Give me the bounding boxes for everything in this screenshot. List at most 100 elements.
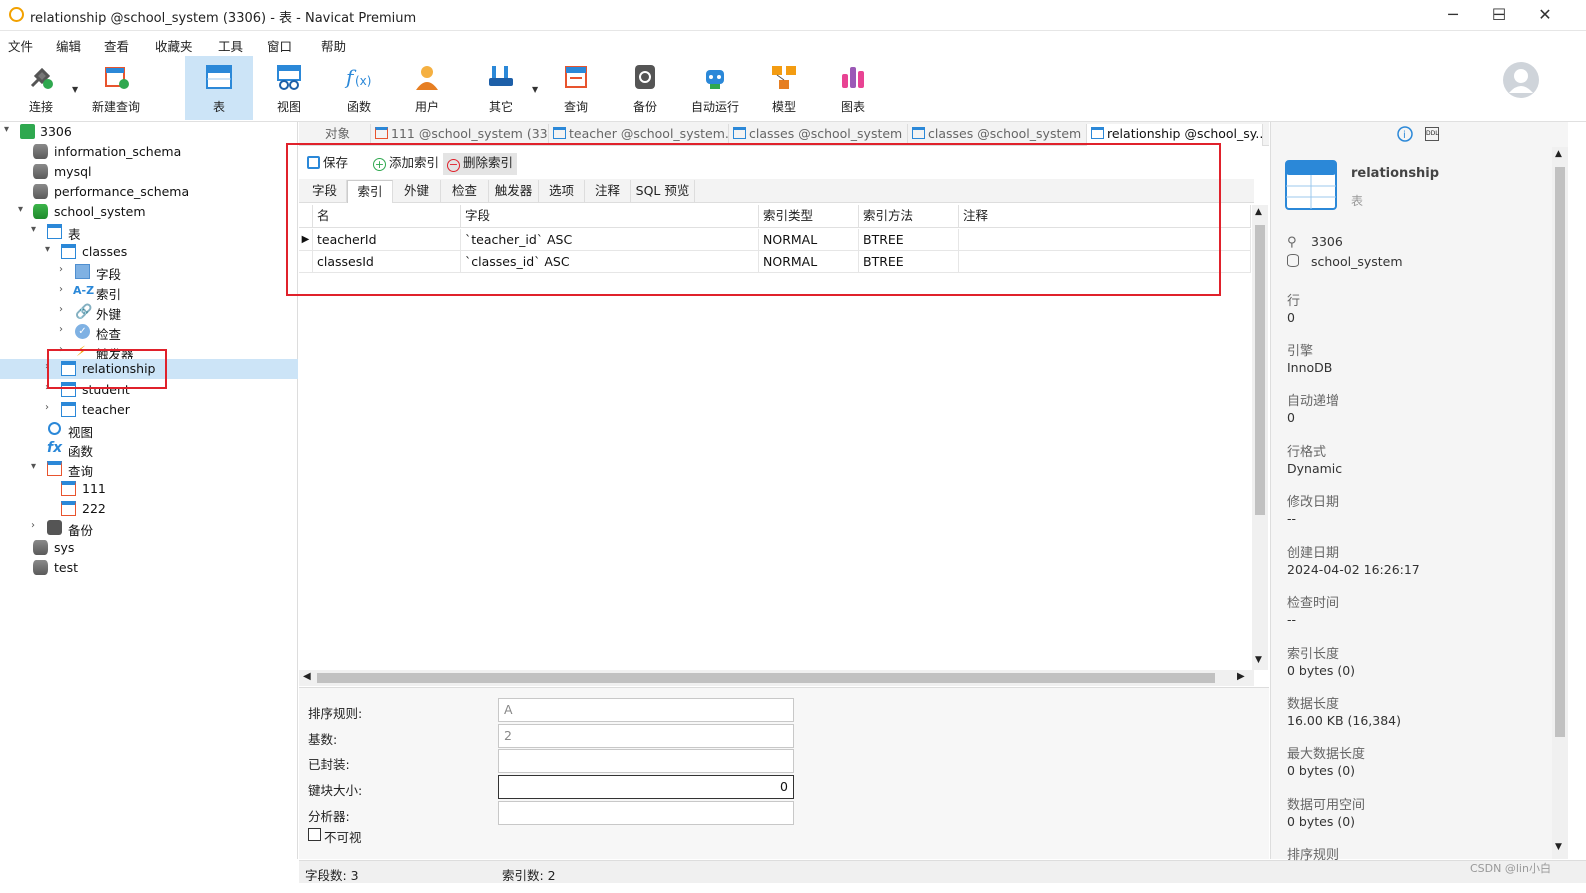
- table-cell[interactable]: BTREE: [859, 229, 959, 251]
- backup-button[interactable]: 备份: [618, 56, 672, 120]
- scroll-thumb[interactable]: [1555, 167, 1565, 737]
- grid-header-name[interactable]: 名: [313, 205, 461, 228]
- connect-button[interactable]: 连接: [14, 56, 68, 120]
- model-button[interactable]: 模型: [757, 56, 811, 120]
- function-button[interactable]: f (x) 函数: [332, 56, 386, 120]
- tree-indexes[interactable]: › A-Z 索引: [0, 282, 298, 302]
- tree-db-performance-schema[interactable]: performance_schema: [0, 182, 298, 202]
- tab-classes-2[interactable]: classes @school_system ...: [908, 124, 1087, 146]
- collapse-icon[interactable]: ›: [59, 324, 63, 335]
- collapse-icon[interactable]: ›: [59, 284, 63, 295]
- scroll-thumb[interactable]: [317, 673, 1215, 683]
- scroll-up-icon[interactable]: ▲: [1555, 149, 1562, 159]
- collapse-icon[interactable]: ›: [59, 344, 63, 355]
- tab-query-111[interactable]: 111 @school_system (33...: [371, 124, 549, 146]
- subtab-options[interactable]: 选项: [539, 180, 585, 203]
- tab-classes-1[interactable]: classes @school_system ...: [729, 124, 908, 146]
- table-cell[interactable]: `teacher_id` ASC: [461, 229, 759, 251]
- subtab-triggers[interactable]: 触发器: [489, 180, 539, 203]
- tree-db-school-system[interactable]: ▾ school_system: [0, 202, 298, 222]
- ddl-icon[interactable]: DDL: [1425, 127, 1439, 141]
- subtab-foreign-keys[interactable]: 外键: [393, 180, 441, 203]
- new-query-button[interactable]: 新建查询: [88, 56, 144, 120]
- parser-field[interactable]: [498, 801, 794, 825]
- key-block-size-field[interactable]: 0: [498, 775, 794, 799]
- collapse-icon[interactable]: ›: [45, 402, 49, 413]
- collapse-icon[interactable]: ›: [45, 361, 49, 372]
- save-button[interactable]: 保存: [303, 153, 352, 175]
- menu-tools[interactable]: 工具: [218, 36, 243, 55]
- other-button[interactable]: 其它: [474, 56, 528, 120]
- table-cell[interactable]: classesId: [313, 251, 461, 273]
- tree-foreign-keys[interactable]: › 🔗 外键: [0, 302, 298, 322]
- info-panel-scrollbar[interactable]: ▲ ▼: [1552, 147, 1568, 859]
- tree-table-teacher[interactable]: › teacher: [0, 400, 298, 420]
- expand-icon[interactable]: ▾: [31, 224, 36, 235]
- packed-field[interactable]: [498, 749, 794, 773]
- tree-views[interactable]: 视图: [0, 420, 298, 440]
- info-icon[interactable]: i: [1397, 126, 1413, 142]
- tree-table-classes[interactable]: ▾ classes: [0, 242, 298, 262]
- tree-db-sys[interactable]: sys: [0, 538, 298, 558]
- tree-backups[interactable]: › 备份: [0, 518, 298, 538]
- tree-table-relationship[interactable]: › relationship: [0, 359, 298, 379]
- collapse-icon[interactable]: ›: [45, 382, 49, 393]
- add-index-button[interactable]: + 添加索引: [369, 153, 443, 175]
- grid-header-comment[interactable]: 注释: [959, 205, 1251, 228]
- table-cell[interactable]: [959, 229, 1251, 251]
- table-cell[interactable]: BTREE: [859, 251, 959, 273]
- scroll-right-icon[interactable]: ▶: [1237, 671, 1245, 682]
- automation-button[interactable]: 自动运行: [684, 56, 746, 120]
- row-selector[interactable]: [299, 251, 313, 273]
- collapse-icon[interactable]: ›: [31, 520, 35, 531]
- menu-window[interactable]: 窗口: [267, 36, 292, 55]
- grid-header-index-method[interactable]: 索引方法: [859, 205, 959, 228]
- scroll-up-icon[interactable]: ▲: [1255, 207, 1262, 217]
- expand-icon[interactable]: ▾: [45, 244, 50, 255]
- menu-edit[interactable]: 编辑: [56, 36, 81, 55]
- grid-header-field[interactable]: 字段: [461, 205, 759, 228]
- avatar-icon[interactable]: [1502, 61, 1540, 99]
- user-button[interactable]: 用户: [400, 56, 454, 120]
- collapse-icon[interactable]: ›: [59, 304, 63, 315]
- table-cell[interactable]: `classes_id` ASC: [461, 251, 759, 273]
- collapse-icon[interactable]: ›: [59, 264, 63, 275]
- subtab-indexes[interactable]: 索引: [347, 180, 393, 203]
- expand-icon[interactable]: ▾: [18, 204, 23, 215]
- grid-horizontal-scrollbar[interactable]: ◀ ▶: [299, 670, 1254, 686]
- menu-view[interactable]: 查看: [104, 36, 129, 55]
- subtab-checks[interactable]: 检查: [441, 180, 489, 203]
- index-grid[interactable]: 名 字段 索引类型 索引方法 注释 ▶ teacherId `teacher_i…: [299, 205, 1254, 670]
- scroll-down-icon[interactable]: ▼: [1555, 842, 1562, 852]
- menu-help[interactable]: 帮助: [321, 36, 346, 55]
- tree-db-test[interactable]: test: [0, 558, 298, 578]
- grid-header-index-type[interactable]: 索引类型: [759, 205, 859, 228]
- table-cell[interactable]: NORMAL: [759, 251, 859, 273]
- table-cell[interactable]: NORMAL: [759, 229, 859, 251]
- connect-dropdown-icon[interactable]: ▼: [72, 85, 78, 94]
- other-dropdown-icon[interactable]: ▼: [532, 85, 538, 94]
- menu-favorites[interactable]: 收藏夹: [155, 36, 193, 55]
- tree-connection-3306[interactable]: ▾ 3306: [0, 122, 298, 142]
- tab-objects[interactable]: 对象: [305, 124, 371, 146]
- tree-functions[interactable]: fx 函数: [0, 439, 298, 459]
- table-button[interactable]: 表: [185, 56, 253, 120]
- table-cell[interactable]: teacherId: [313, 229, 461, 251]
- delete-index-button[interactable]: − 删除索引: [443, 153, 518, 175]
- navigation-tree[interactable]: ▾ 3306 information_schema mysql performa…: [0, 122, 298, 859]
- scroll-thumb[interactable]: [1255, 225, 1265, 515]
- tab-teacher[interactable]: teacher @school_system...: [549, 124, 729, 146]
- close-button[interactable]: ✕: [1522, 0, 1568, 31]
- cardinality-field[interactable]: 2: [498, 724, 794, 748]
- minimize-button-glyph[interactable]: ─: [1430, 0, 1476, 31]
- collation-field[interactable]: A: [498, 698, 794, 722]
- maximize-button[interactable]: ☐: [1476, 0, 1522, 31]
- tree-queries[interactable]: ▾ 查询: [0, 459, 298, 479]
- scroll-down-icon[interactable]: ▼: [1255, 655, 1262, 665]
- tree-query-222[interactable]: 222: [0, 499, 298, 519]
- invisible-checkbox[interactable]: [308, 828, 321, 841]
- chart-button[interactable]: 图表: [826, 56, 880, 120]
- subtab-sql-preview[interactable]: SQL 预览: [631, 180, 695, 203]
- tree-table-student[interactable]: › student: [0, 380, 298, 400]
- tree-query-111[interactable]: 111: [0, 479, 298, 499]
